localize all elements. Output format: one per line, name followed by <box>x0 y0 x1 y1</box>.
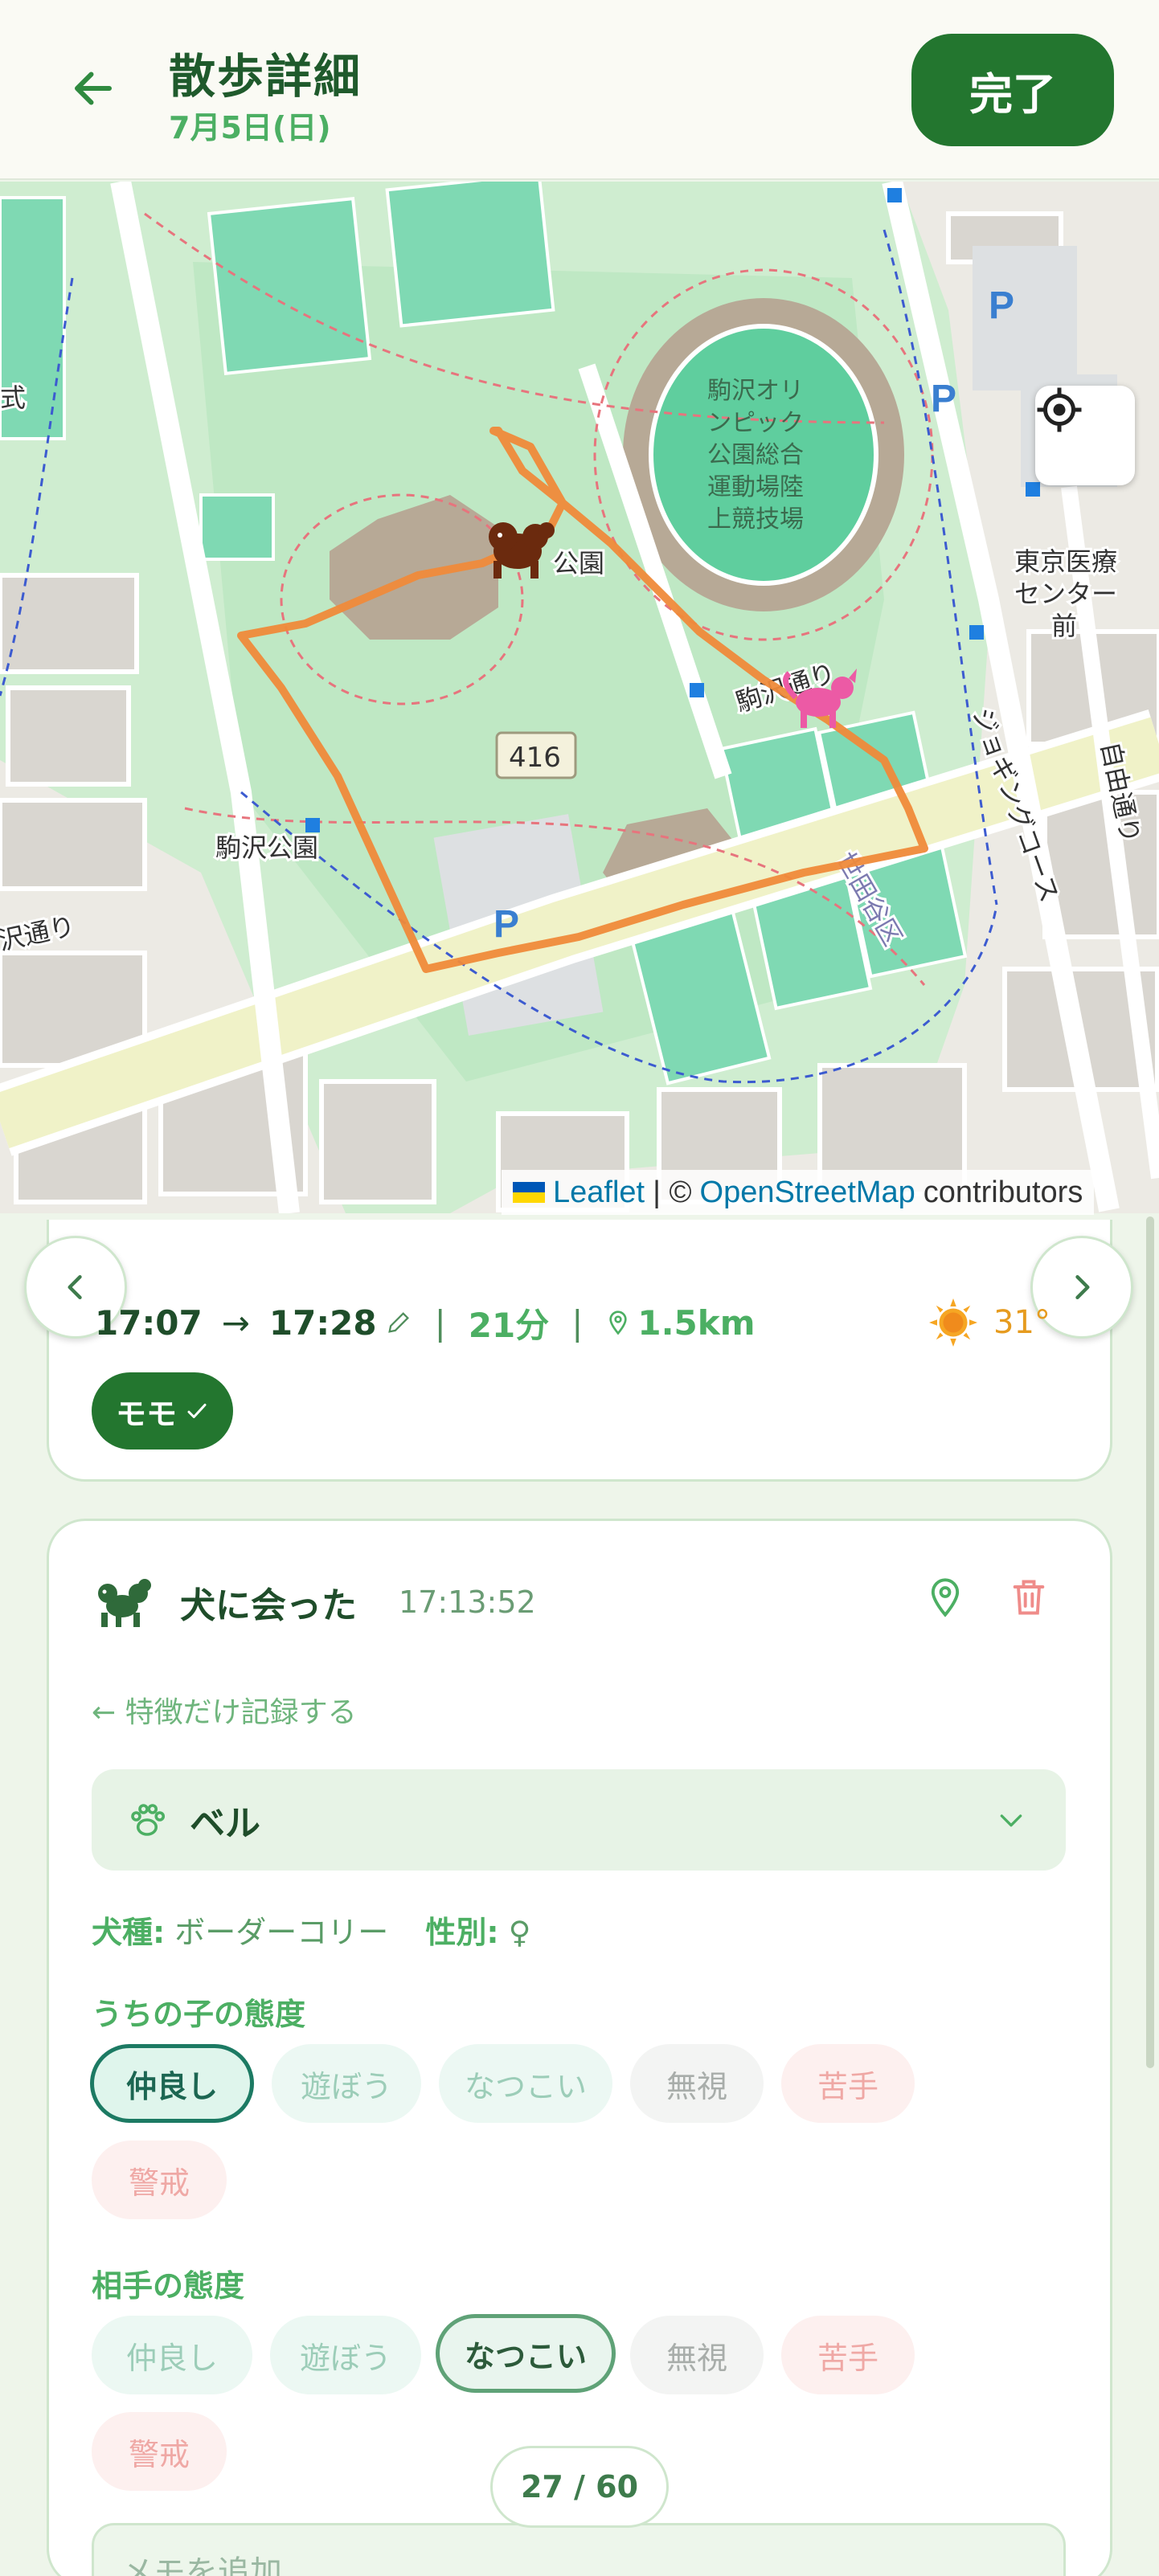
park-label-2: 公園 <box>553 548 604 579</box>
our-attitude-friendly[interactable]: 仲良し <box>90 2044 254 2123</box>
our-attitude-label: うちの子の態度 <box>92 1997 306 2032</box>
park-label: 駒沢公園 <box>215 832 318 863</box>
back-arrow-icon <box>75 72 112 105</box>
their-attitude-label: 相手の態度 <box>92 2268 245 2304</box>
paw-icon <box>131 1804 166 1836</box>
sex-label: 性別: <box>425 1915 499 1950</box>
their-attitude-friendly[interactable]: 仲良し <box>92 2316 252 2394</box>
map-canvas: P P P P 駒沢オリンピック公園総合運動場陸上競技場 東京医療センター前 駒… <box>0 182 1159 1213</box>
walk-date: 7月5日(日) <box>169 110 331 145</box>
selected-dog-name: ベル <box>190 1803 260 1844</box>
our-attitude-dislike[interactable]: 苦手 <box>781 2044 915 2123</box>
sun-icon <box>929 1298 977 1347</box>
app-header: 散歩詳細 7月5日(日) 完了 <box>0 0 1159 180</box>
dog-select[interactable]: ベル <box>92 1769 1066 1871</box>
leaflet-link[interactable]: Leaflet <box>553 1176 645 1210</box>
dog-icon <box>98 1579 151 1627</box>
map-attribution: Leaflet | © OpenStreetMap contributors <box>502 1170 1095 1215</box>
map-labels: 駒沢オリンピック公園総合運動場陸上競技場 <box>707 377 804 534</box>
dog-meta: 犬種: ボーダーコリー 性別: ♀ <box>92 1907 530 1952</box>
end-time[interactable]: 17:28 <box>269 1303 377 1343</box>
separator: | <box>434 1302 446 1343</box>
location-pin-icon <box>609 1310 628 1335</box>
event-time[interactable]: 17:13:52 <box>399 1584 536 1620</box>
medical-center-label: 東京医療センター前 <box>1014 546 1117 641</box>
record-features-only-link[interactable]: ← 特徴だけ記録する <box>92 1689 357 1731</box>
page-title: 散歩詳細 <box>169 49 362 104</box>
chevron-left-icon <box>68 1274 82 1300</box>
time-arrow: → <box>221 1302 250 1343</box>
memo-input[interactable]: メモを追加 <box>92 2523 1066 2576</box>
koushiki-label: 式 <box>0 382 26 413</box>
locate-button[interactable] <box>1035 386 1135 485</box>
temperature: 31° <box>993 1304 1050 1341</box>
their-attitude-wary[interactable]: 警戒 <box>92 2412 227 2491</box>
location-pin-icon[interactable] <box>924 1576 966 1618</box>
our-attitude-wary[interactable]: 警戒 <box>92 2141 227 2219</box>
dog-chip-label: モモ <box>115 1396 177 1432</box>
breed-label: 犬種: <box>92 1915 166 1950</box>
page-counter: 27 / 60 <box>490 2446 669 2528</box>
attribution-sep: | © <box>653 1175 692 1209</box>
stadium-label: 駒沢オリンピック公園総合運動場陸上競技場 <box>707 377 804 534</box>
svg-text:P: P <box>989 284 1014 327</box>
their-attitude-affectionate[interactable]: なつこい <box>436 2314 616 2393</box>
svg-text:P: P <box>931 378 956 420</box>
event-actions <box>924 1576 1050 1618</box>
walk-map[interactable]: P P P P 駒沢オリンピック公園総合運動場陸上競技場 東京医療センター前 駒… <box>0 182 1159 1213</box>
weather: 31° <box>929 1298 1050 1347</box>
done-button[interactable]: 完了 <box>911 34 1114 146</box>
their-attitude-dislike[interactable]: 苦手 <box>781 2316 915 2394</box>
their-attitude-play[interactable]: 遊ぼう <box>270 2316 421 2394</box>
attribution-contributors: contributors <box>923 1175 1083 1209</box>
chevron-down-icon <box>1000 1814 1022 1827</box>
walk-time-row: 17:07 → 17:28 | 21分 | 1.5km <box>95 1298 1035 1347</box>
locate-icon <box>1037 387 1082 432</box>
their-attitude-ignore[interactable]: 無視 <box>630 2316 764 2394</box>
start-time[interactable]: 17:07 <box>95 1303 203 1343</box>
pencil-icon[interactable] <box>385 1309 412 1336</box>
check-icon <box>187 1404 207 1418</box>
our-attitude-affectionate[interactable]: なつこい <box>439 2044 612 2123</box>
svg-text:P: P <box>493 903 519 946</box>
breed-info: 犬種: ボーダーコリー <box>92 1907 388 1952</box>
breed-value: ボーダーコリー <box>174 1915 389 1950</box>
dog-chip-momo[interactable]: モモ <box>92 1372 233 1450</box>
distance: 1.5km <box>637 1302 756 1343</box>
trash-icon[interactable] <box>1008 1576 1050 1618</box>
route-416-label: 416 <box>509 742 561 774</box>
our-attitude-ignore[interactable]: 無視 <box>630 2044 764 2123</box>
osm-link[interactable]: OpenStreetMap <box>700 1176 915 1210</box>
event-header: 犬に会った 17:13:52 <box>92 1573 536 1631</box>
scrollbar[interactable] <box>1146 1216 1154 2068</box>
separator: | <box>571 1302 584 1343</box>
sex-info: 性別: ♀ <box>425 1907 530 1952</box>
back-button[interactable] <box>61 56 125 121</box>
chevron-right-icon <box>1075 1274 1090 1300</box>
ukraine-flag-icon <box>513 1182 545 1203</box>
left-road-label: 沢通り <box>0 910 78 956</box>
event-type: 犬に会った <box>180 1585 357 1626</box>
sex-value: ♀ <box>508 1915 531 1950</box>
our-attitude-play[interactable]: 遊ぼう <box>272 2044 421 2123</box>
duration: 21分 <box>468 1305 550 1345</box>
